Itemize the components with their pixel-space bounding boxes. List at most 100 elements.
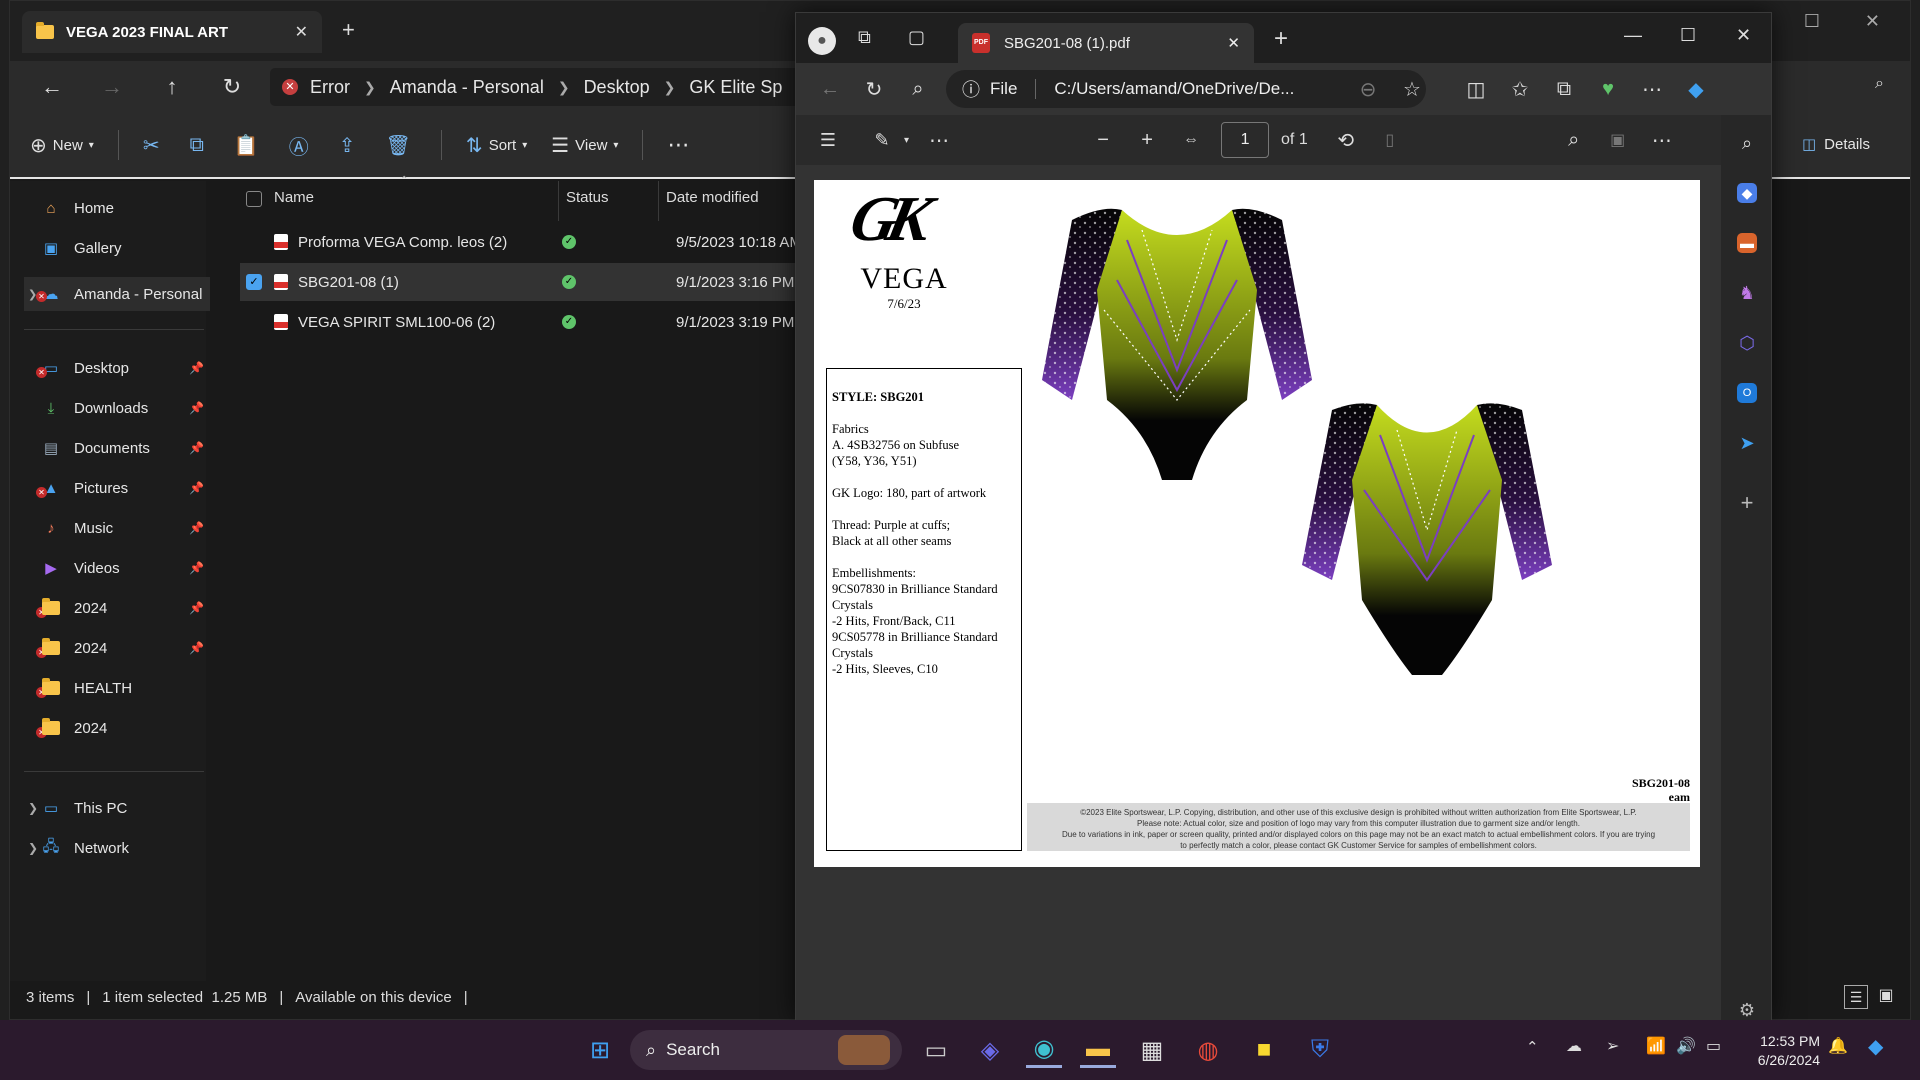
outlook-icon[interactable]: O <box>1737 383 1757 403</box>
clock[interactable]: 12:53 PM 6/26/2024 <box>1758 1032 1820 1070</box>
copy-button[interactable]: ⧉ <box>190 134 210 157</box>
minimize-icon[interactable]: — <box>1624 25 1642 46</box>
breadcrumb-onedrive[interactable]: Amanda - Personal <box>390 77 544 98</box>
cut-button[interactable]: ✂ <box>143 133 166 158</box>
add-sidebar-app-icon[interactable]: + <box>1737 492 1757 514</box>
sidebar-item-folder-2024[interactable]: ✕ 2024 <box>36 718 210 738</box>
send-icon[interactable]: ➤ <box>1737 433 1757 453</box>
favorites-icon[interactable]: ✩ <box>1498 77 1542 102</box>
pin-icon[interactable]: 📌 <box>189 441 204 455</box>
breadcrumb[interactable]: ✕ Error ❯ Amanda - Personal ❯ Desktop ❯ … <box>270 68 830 106</box>
edge-taskbar-icon[interactable]: ◉ <box>1026 1032 1062 1068</box>
teams-icon[interactable]: ◈ <box>972 1032 1008 1068</box>
profile-avatar[interactable]: ● <box>808 27 836 55</box>
show-hidden-icons-chevron[interactable]: ⌃ <box>1526 1038 1539 1056</box>
workspaces-icon[interactable]: ⧉ <box>858 27 871 48</box>
save-icon[interactable]: ▣ <box>1596 130 1640 150</box>
share-button[interactable]: ⇪ <box>339 133 362 158</box>
sidebar-item-gallery[interactable]: ▣ Gallery <box>40 239 210 258</box>
shopping-tag-icon[interactable]: ◆ <box>1737 183 1757 203</box>
info-icon[interactable]: ⓘ <box>962 76 980 102</box>
file-row[interactable]: VEGA SPIRIT SML100-06 (2) ✓ 9/1/2023 3:1… <box>240 303 810 341</box>
close-window-icon[interactable]: ✕ <box>1865 11 1880 32</box>
copilot-taskbar-icon[interactable]: ◆ <box>1868 1034 1883 1059</box>
fit-to-width-icon[interactable]: ⇔ <box>1169 131 1213 149</box>
store-icon[interactable]: ▦ <box>1134 1032 1170 1068</box>
sidebar-item-network[interactable]: ❯ 🖧 Network <box>28 838 210 857</box>
breadcrumb-desktop[interactable]: Desktop <box>584 77 650 98</box>
chevron-down-icon[interactable]: ▾ <box>904 135 909 146</box>
onedrive-error-icon[interactable]: ☁ <box>1566 1036 1582 1056</box>
breadcrumb-error[interactable]: Error <box>310 77 350 98</box>
maximize-icon[interactable]: ☐ <box>1804 11 1820 32</box>
location-icon[interactable]: ➢ <box>1606 1036 1619 1056</box>
more-options-button[interactable]: ⋯ <box>667 132 689 158</box>
chrome-icon[interactable]: ◍ <box>1190 1032 1226 1068</box>
pin-icon[interactable]: 📌 <box>189 481 204 495</box>
volume-icon[interactable]: 🔊 <box>1676 1036 1696 1056</box>
sidebar-item-folder-health[interactable]: ✕ HEALTH <box>36 678 210 698</box>
sidebar-item-pictures[interactable]: ✕ ▲ Pictures 📌 <box>36 479 210 498</box>
delete-button[interactable]: 🗑 <box>386 133 417 158</box>
refresh-button[interactable]: ↻ <box>210 74 254 100</box>
forward-button[interactable]: → <box>90 74 134 100</box>
pin-icon[interactable]: 📌 <box>189 401 204 415</box>
new-tab-button[interactable]: + <box>1274 25 1288 53</box>
sidebar-item-folder-2024[interactable]: ✕ 2024 📌 <box>36 638 210 658</box>
sort-button[interactable]: ⇅ Sort ▾ <box>466 133 527 158</box>
tab-actions-icon[interactable]: ▢ <box>908 27 925 48</box>
column-header-name[interactable]: Name <box>274 189 314 206</box>
sidebar-search-icon[interactable]: ⌕ <box>1737 133 1757 153</box>
paste-button[interactable]: 📋 <box>234 133 265 158</box>
view-button[interactable]: ☰ View ▾ <box>551 133 618 158</box>
copilot-icon[interactable]: ◆ <box>1674 77 1718 102</box>
rename-button[interactable]: Ⓐ <box>289 131 315 160</box>
zoom-in-button[interactable]: + <box>1125 129 1169 152</box>
explorer-tab[interactable]: VEGA 2023 FINAL ART ✕ <box>22 11 322 53</box>
row-checkbox[interactable]: ✓ <box>246 274 262 290</box>
close-tab-icon[interactable]: ✕ <box>1227 34 1240 52</box>
taskbar-search[interactable]: ⌕ Search <box>630 1030 902 1070</box>
details-button[interactable]: ◫ Details <box>1802 135 1870 154</box>
maximize-icon[interactable]: ☐ <box>1680 25 1696 46</box>
file-row-selected[interactable]: ✓ SBG201-08 (1) ✓ 9/1/2023 3:16 PM <box>240 263 810 301</box>
notification-bell-icon[interactable]: 🔔 <box>1828 1036 1848 1056</box>
security-shield-icon[interactable]: ⛨ <box>1302 1032 1338 1068</box>
breadcrumb-folder[interactable]: GK Elite Sp <box>689 77 782 98</box>
select-all-checkbox[interactable] <box>246 191 262 207</box>
pin-icon[interactable]: 📌 <box>189 561 204 575</box>
sidebar-item-folder-2024[interactable]: ✕ 2024 📌 <box>36 598 210 618</box>
sidebar-item-home[interactable]: ⌂ Home <box>40 199 210 217</box>
find-icon[interactable]: ⌕ <box>1552 129 1596 152</box>
tools-briefcase-icon[interactable]: ▬ <box>1737 233 1757 253</box>
rotate-icon[interactable]: ⟲ <box>1324 128 1368 153</box>
file-explorer-taskbar-icon[interactable]: ▬ <box>1080 1032 1116 1068</box>
file-row[interactable]: Proforma VEGA Comp. leos (2) ✓ 9/5/2023 … <box>240 223 810 261</box>
contents-icon[interactable]: ☰ <box>806 130 850 151</box>
refresh-button[interactable]: ↻ <box>852 77 896 102</box>
page-number-input[interactable]: 1 <box>1221 122 1270 158</box>
pin-icon[interactable]: 📌 <box>189 601 204 615</box>
pdf-more-icon[interactable]: ⋯ <box>1640 128 1684 153</box>
more-tools-icon[interactable]: ⋯ <box>917 128 961 153</box>
sidebar-settings-gear-icon[interactable]: ⚙ <box>1737 1000 1757 1020</box>
new-button[interactable]: ⊕ New ▾ <box>30 133 94 158</box>
sidebar-item-documents[interactable]: ▤ Documents 📌 <box>40 439 210 458</box>
sidebar-item-videos[interactable]: ▶ Videos 📌 <box>40 559 210 578</box>
games-icon[interactable]: ♞ <box>1737 283 1757 303</box>
edge-tab-pdf[interactable]: PDF SBG201-08 (1).pdf ✕ <box>958 23 1254 63</box>
back-button[interactable]: ← <box>808 78 852 101</box>
pin-icon[interactable]: 📌 <box>189 641 204 655</box>
settings-more-icon[interactable]: ⋯ <box>1630 77 1674 102</box>
sidebar-item-this-pc[interactable]: ❯ ▭ This PC <box>28 799 210 818</box>
search-icon[interactable]: ⌕ <box>896 78 940 101</box>
battery-icon[interactable]: ▭ <box>1706 1036 1721 1056</box>
close-tab-icon[interactable]: ✕ <box>295 22 308 42</box>
column-header-status[interactable]: Status <box>566 189 609 206</box>
wifi-icon[interactable]: 📶 <box>1646 1036 1666 1056</box>
start-button[interactable]: ⊞ <box>582 1032 618 1068</box>
sidebar-item-onedrive[interactable]: ❯ ✕ ☁ Amanda - Personal <box>24 277 210 311</box>
m365-icon[interactable]: ⬡ <box>1737 333 1757 353</box>
back-button[interactable]: ← <box>30 74 74 100</box>
column-divider[interactable] <box>658 181 659 221</box>
